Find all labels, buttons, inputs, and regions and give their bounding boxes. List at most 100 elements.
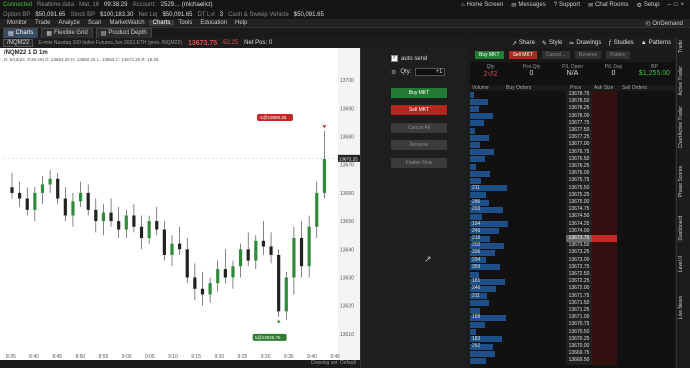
ladder-row[interactable]: 13675.25 — [470, 191, 675, 199]
ladder-buy-mkt-button[interactable]: Buy MKT — [475, 51, 504, 59]
ladder-row[interactable]: 13676.25 — [470, 163, 675, 171]
ask-size-cell[interactable] — [592, 335, 617, 343]
sell-orders-cell[interactable] — [617, 170, 675, 178]
ladder-row[interactable]: 206 13673.25 — [470, 249, 675, 257]
price-cell[interactable]: 13678.25 — [566, 105, 592, 113]
price-cell[interactable]: 13674.50 — [566, 213, 592, 221]
sell-orders-cell[interactable] — [617, 235, 675, 243]
price-cell[interactable]: 13674.25 — [566, 220, 592, 228]
sell-orders-cell[interactable] — [617, 307, 675, 315]
price-cell[interactable]: 13678.75 — [566, 91, 592, 99]
menu-education[interactable]: Education — [196, 20, 231, 26]
gear-icon[interactable]: ⚙ — [391, 69, 396, 76]
ondemand-button[interactable]: ◴ OnDemand — [641, 20, 687, 27]
sell-orders-cell[interactable] — [617, 91, 675, 99]
ask-size-cell[interactable] — [592, 105, 617, 113]
menu-tools[interactable]: Tools — [174, 20, 196, 26]
sell-orders-cell[interactable] — [617, 314, 675, 322]
price-cell[interactable]: 13671.50 — [566, 299, 592, 307]
menu-charts[interactable]: Charts — [148, 20, 175, 26]
sell-orders-cell[interactable] — [617, 285, 675, 293]
ask-size-cell[interactable] — [592, 357, 617, 365]
ask-size-cell[interactable] — [592, 141, 617, 149]
price-cell[interactable]: 13673.75 — [566, 235, 592, 243]
price-cell[interactable]: 13677.00 — [566, 141, 592, 149]
price-cell[interactable]: 13670.25 — [566, 335, 592, 343]
ask-size-cell[interactable] — [592, 350, 617, 358]
ask-size-cell[interactable] — [592, 155, 617, 163]
sell-orders-cell[interactable] — [617, 141, 675, 149]
cancel-all-button[interactable]: Cancel All — [391, 123, 447, 133]
ladder-row[interactable]: 13678.75 — [470, 91, 675, 99]
ask-size-cell[interactable] — [592, 148, 617, 156]
price-cell[interactable]: 13671.00 — [566, 314, 592, 322]
price-cell[interactable]: 13675.75 — [566, 177, 592, 185]
ladder-row[interactable]: 13669.50 — [470, 357, 675, 365]
side-tab[interactable]: Active Trader — [678, 66, 684, 95]
price-cell[interactable]: 13676.25 — [566, 163, 592, 171]
sell-orders-cell[interactable] — [617, 127, 675, 135]
price-cell[interactable]: 13670.00 — [566, 343, 592, 351]
ask-size-cell[interactable] — [592, 242, 617, 250]
price-cell[interactable]: 13676.00 — [566, 170, 592, 178]
ask-size-cell[interactable] — [592, 328, 617, 336]
ladder-row[interactable]: 13676.50 — [470, 155, 675, 163]
ladder-row[interactable]: 203 13673.50 — [470, 242, 675, 250]
ladder-row[interactable]: 13671.50 — [470, 299, 675, 307]
menu-monitor[interactable]: Monitor — [3, 20, 31, 26]
ask-size-cell[interactable] — [592, 227, 617, 235]
sell-orders-cell[interactable] — [617, 119, 675, 127]
ladder-row[interactable]: 211 13671.75 — [470, 292, 675, 300]
reverse-button[interactable]: Reverse — [391, 140, 447, 150]
ladder-row[interactable]: 359 13672.75 — [470, 263, 675, 271]
sell-orders-cell[interactable] — [617, 191, 675, 199]
ladder-row[interactable]: 13676.00 — [470, 170, 675, 178]
buy-mkt-button[interactable]: Buy MKT — [391, 88, 447, 98]
ladder-row[interactable]: 13677.50 — [470, 127, 675, 135]
sell-orders-cell[interactable] — [617, 163, 675, 171]
ask-size-cell[interactable] — [592, 191, 617, 199]
sell-orders-cell[interactable] — [617, 256, 675, 264]
patterns-button[interactable]: ▲ Patterns — [641, 40, 671, 46]
chat-rooms-link[interactable]: ✉ Chat Rooms — [588, 2, 628, 9]
sell-orders-cell[interactable] — [617, 328, 675, 336]
ladder-row[interactable]: 13676.75 — [470, 148, 675, 156]
price-chart[interactable]: 13700 13690 13680 13670 13660 13650 13640 13630… — [0, 48, 360, 362]
ask-size-cell[interactable] — [592, 263, 617, 271]
qty-input[interactable]: +1 — [415, 68, 446, 76]
price-cell[interactable]: 13671.25 — [566, 307, 592, 315]
sell-mkt-button[interactable]: Sell MKT — [391, 105, 447, 115]
ask-size-cell[interactable] — [592, 292, 617, 300]
ask-size-cell[interactable] — [592, 163, 617, 171]
menu-marketwatch[interactable]: MarketWatch — [106, 20, 149, 26]
sell-orders-cell[interactable] — [617, 177, 675, 185]
sell-orders-cell[interactable] — [617, 184, 675, 192]
tab-charts[interactable]: ▤ Charts — [3, 27, 39, 39]
ask-size-cell[interactable] — [592, 220, 617, 228]
ladder-row[interactable]: 13678.00 — [470, 112, 675, 120]
ladder-row[interactable]: 13678.25 — [470, 105, 675, 113]
side-tab[interactable]: Dashboard — [678, 216, 684, 240]
ladder-row[interactable]: 249 13674.00 — [470, 227, 675, 235]
ladder-row[interactable]: 13675.75 — [470, 177, 675, 185]
price-cell[interactable]: 13673.50 — [566, 242, 592, 250]
symbol-input[interactable]: /NQM22 — [3, 39, 34, 47]
sell-orders-cell[interactable] — [617, 249, 675, 257]
studies-button[interactable]: ƒ Studies — [608, 40, 633, 46]
price-cell[interactable]: 13672.00 — [566, 285, 592, 293]
ladder-row[interactable]: 252 13670.00 — [470, 343, 675, 351]
ask-size-cell[interactable] — [592, 177, 617, 185]
ask-size-cell[interactable] — [592, 307, 617, 315]
side-tab[interactable]: Live News — [678, 296, 684, 319]
ask-size-cell[interactable] — [592, 206, 617, 214]
side-tab[interactable]: Trade — [678, 40, 684, 53]
ask-size-cell[interactable] — [592, 91, 617, 99]
ladder-row[interactable]: 203 13674.75 — [470, 206, 675, 214]
sell-orders-cell[interactable] — [617, 134, 675, 142]
sell-orders-cell[interactable] — [617, 263, 675, 271]
price-cell[interactable]: 13677.25 — [566, 134, 592, 142]
ladder-row[interactable]: 181 13672.25 — [470, 278, 675, 286]
window-controls[interactable]: –□× — [668, 2, 687, 8]
ladder-row[interactable]: 13672.50 — [470, 271, 675, 279]
sell-orders-cell[interactable] — [617, 321, 675, 329]
